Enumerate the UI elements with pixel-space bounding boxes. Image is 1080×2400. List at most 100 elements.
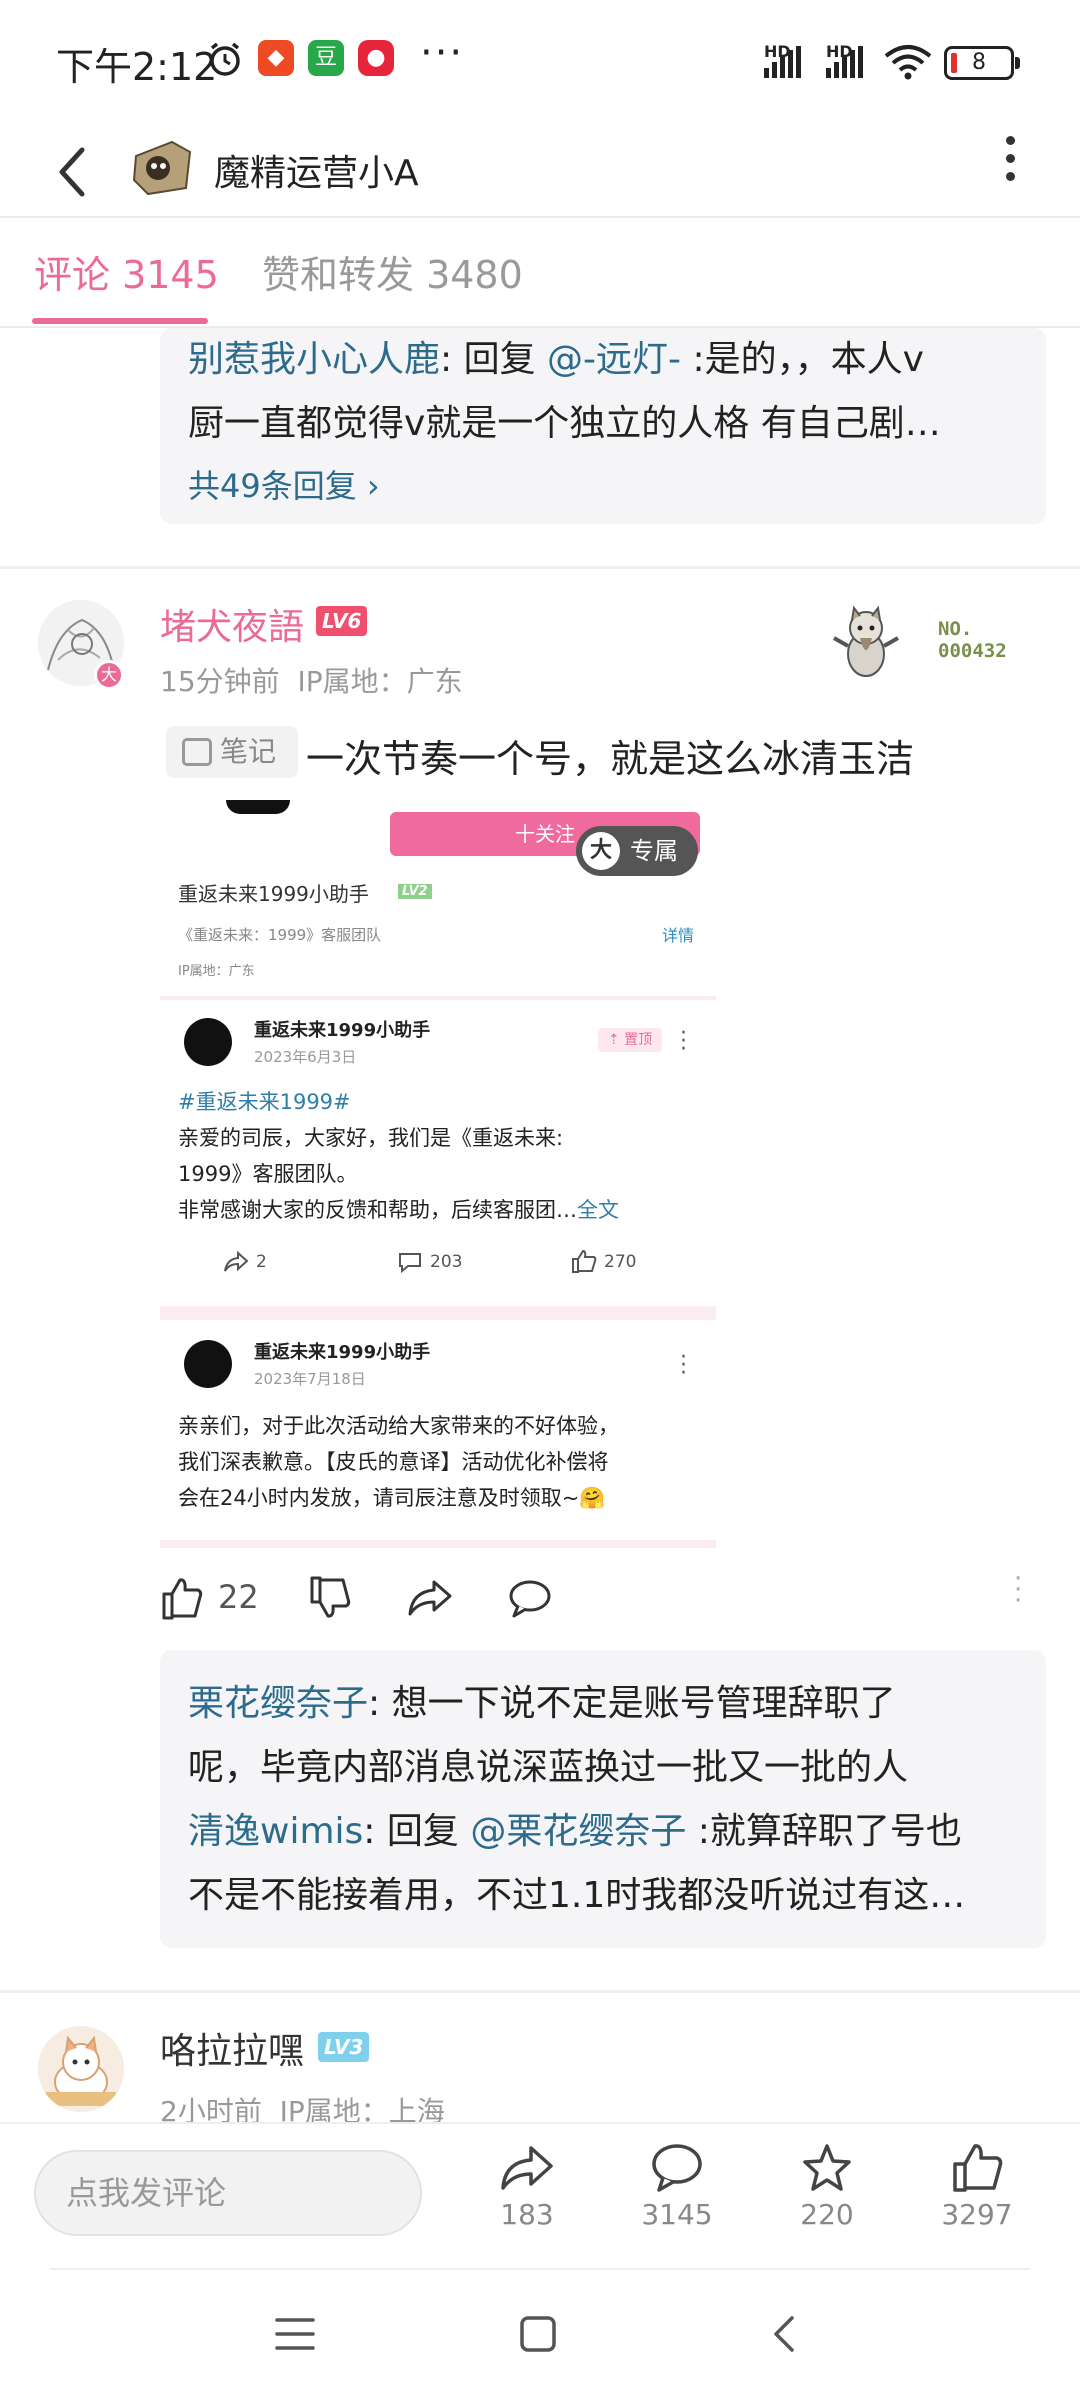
bottom-action-bar: 点我发评论 183 3145 220 3297	[0, 2124, 1080, 2274]
screenshot-comment-icon	[399, 1253, 421, 1274]
reply-text-2: :就算辞职了号也	[686, 1811, 962, 1852]
share-icon[interactable]	[406, 1568, 454, 1628]
comment-image[interactable]: 十关注 大 专属 重返未来1999小助手 LV2 《重返未来：1999》客服团队…	[160, 800, 716, 1548]
app-notification-icon: ◆	[258, 40, 294, 76]
tab-comments[interactable]: 评论 3145	[34, 244, 219, 299]
back-nav-icon[interactable]	[768, 2314, 800, 2354]
screenshot-body-3: 非常感谢大家的反馈和帮助，后续客服团…全文	[178, 1192, 619, 1228]
tab-likes-reposts[interactable]: 赞和转发 3480	[262, 244, 523, 299]
screenshot-divider-3	[160, 1540, 716, 1548]
screenshot-post2-body-3: 会在24小时内发放，请司辰注意及时领取~🤗	[178, 1486, 606, 1510]
screenshot-post-avatar	[184, 1018, 232, 1066]
reply-text-line-2: 呢，毕竟内部消息说深蓝换过一批又一批的人	[188, 1747, 909, 1788]
comment-divider-2	[0, 1990, 1080, 1993]
home-icon[interactable]	[518, 2314, 558, 2354]
screenshot-like-icon	[572, 1249, 597, 1273]
cat-avatar-illustration	[38, 2026, 124, 2112]
more-options-icon[interactable]	[1000, 132, 1020, 192]
user-level-badge: LV6	[316, 606, 368, 636]
back-arrow-icon[interactable]	[50, 144, 100, 200]
screenshot-body-1: 亲爱的司辰，大家好，我们是《重返未来:	[178, 1126, 564, 1150]
screenshot-hashtag: #重返未来1999#	[178, 1090, 351, 1114]
commenter-name-2[interactable]: 咯拉拉嘿	[160, 2022, 304, 2074]
note-tag[interactable]: 笔记	[166, 726, 298, 778]
app-notification-icon-2: ●	[358, 40, 394, 76]
status-bar: 下午2:12 ◆ 豆 ● ··· HD HD 8	[0, 0, 1080, 124]
screenshot-body-3-text: 非常感谢大家的反馈和帮助，后续客服团…	[178, 1198, 577, 1222]
favorite-button[interactable]: 220	[772, 2142, 882, 2231]
share-icon	[501, 2146, 553, 2190]
status-time: 下午2:12	[56, 45, 218, 89]
author-avatar[interactable]	[128, 136, 196, 200]
active-tab-indicator	[32, 318, 208, 324]
comment-text: 一次节奏一个号，就是这么冰清玉洁	[306, 737, 915, 781]
screenshot-post2-name: 重返未来1999小助手	[254, 1342, 431, 1363]
reply-text-line-2: 厨一直都觉得v就是一个独立的人格 有自己剧…	[188, 403, 941, 444]
reply-item: 别惹我小心人鹿: 回复 @-远灯- :是的，，本人v	[188, 328, 1018, 392]
note-icon	[182, 738, 212, 766]
comment-divider	[0, 566, 1080, 569]
battery-icon: 8	[944, 46, 1020, 80]
comment-ip: IP属地：广东	[297, 665, 463, 698]
thumbs-up-icon	[953, 2144, 1003, 2192]
nav-divider	[50, 2268, 1030, 2270]
comment-time-text: 15分钟前	[160, 665, 280, 698]
page-header: 魔精运营小A	[0, 124, 1080, 216]
tab-bar: 评论 3145 赞和转发 3480	[0, 218, 1080, 328]
comment-input[interactable]: 点我发评论	[34, 2150, 422, 2236]
screenshot-divider-2	[160, 1306, 716, 1320]
screenshot-share-count: 2	[256, 1252, 267, 1272]
screenshot-share-icon	[224, 1250, 249, 1272]
screenshot-level-badge: LV2	[398, 884, 432, 899]
exclusive-icon: 大	[582, 832, 620, 870]
exclusive-label: 专属	[630, 837, 678, 865]
reply-preview-box[interactable]: 别惹我小心人鹿: 回复 @-远灯- :是的，，本人v 厨一直都觉得v就是一个独立…	[160, 328, 1046, 524]
star-icon	[803, 2144, 851, 2191]
signal-1-icon	[764, 46, 801, 78]
user-level-badge-2: LV3	[318, 2032, 370, 2062]
comment-actions: 22 · · ·	[0, 1566, 1080, 1628]
cat-badge-icon	[833, 605, 899, 677]
screenshot-avatar-fragment	[226, 800, 290, 814]
reply-username[interactable]: 别惹我小心人鹿	[188, 339, 440, 380]
reply-username[interactable]: 栗花缨奈子	[188, 1683, 368, 1724]
screenshot-account-name: 重返未来1999小助手	[178, 882, 369, 906]
dislike-icon[interactable]	[308, 1568, 352, 1628]
commenter-avatar-2[interactable]	[38, 2026, 124, 2112]
comment-icon	[652, 2144, 702, 2192]
like-icon[interactable]	[160, 1568, 204, 1628]
screenshot-comment-count: 203	[430, 1252, 463, 1272]
comment-more-icon[interactable]: · · ·	[1014, 1566, 1030, 1614]
screenshot-post-date: 2023年6月3日	[254, 1048, 357, 1066]
screenshot-body-2: 1999》客服团队。	[178, 1162, 358, 1186]
menu-icon[interactable]	[274, 2314, 316, 2354]
reply-mention[interactable]: @-远灯-	[547, 339, 681, 380]
page-title: 魔精运营小A	[214, 153, 419, 194]
alarm-icon	[210, 42, 240, 76]
screenshot-post2-avatar	[184, 1340, 232, 1388]
share-button[interactable]: 183	[472, 2142, 582, 2231]
comments-button[interactable]: 3145	[622, 2142, 732, 2231]
screenshot-more-icon: · · ·	[680, 1021, 687, 1062]
reply-icon[interactable]	[506, 1568, 554, 1628]
comment-time: 15分钟前 IP属地：广东	[160, 660, 463, 700]
reply-item-1: 栗花缨奈子: 想一下说不定是账号管理辞职了	[188, 1672, 1018, 1736]
screenshot-details-link: 详情	[662, 926, 695, 945]
wifi-icon	[884, 45, 932, 80]
reply-username-2[interactable]: 清逸wimis	[188, 1811, 363, 1852]
reply-mention[interactable]: @栗花缨奈子	[470, 1811, 686, 1852]
screenshot-post-name: 重返未来1999小助手	[254, 1020, 431, 1041]
screenshot-like-count: 270	[604, 1252, 637, 1272]
view-all-replies-link[interactable]: 共49条回复 ›	[188, 456, 1018, 516]
reply-preview-box-2[interactable]: 栗花缨奈子: 想一下说不定是账号管理辞职了 呢，毕竟内部消息说深蓝换过一批又一批…	[160, 1650, 1046, 1948]
screenshot-pin-badge: ⇡ 置顶	[598, 1028, 662, 1052]
reply-text: : 想一下说不定是账号管理辞职了	[368, 1683, 896, 1724]
screenshot-more-icon-2: · · ·	[680, 1345, 687, 1386]
screenshot-post2-body-2: 我们深表歉意。【皮氏的意译】活动优化补偿将	[178, 1450, 609, 1474]
commenter-name[interactable]: 堵犬夜語	[160, 598, 304, 650]
signal-2-icon	[826, 46, 863, 78]
like-button[interactable]: 3297	[922, 2142, 1032, 2231]
more-notifications-icon: ···	[420, 30, 465, 76]
badge-number-label: NO.	[938, 618, 973, 640]
reply-prefix: : 回复	[440, 339, 548, 380]
